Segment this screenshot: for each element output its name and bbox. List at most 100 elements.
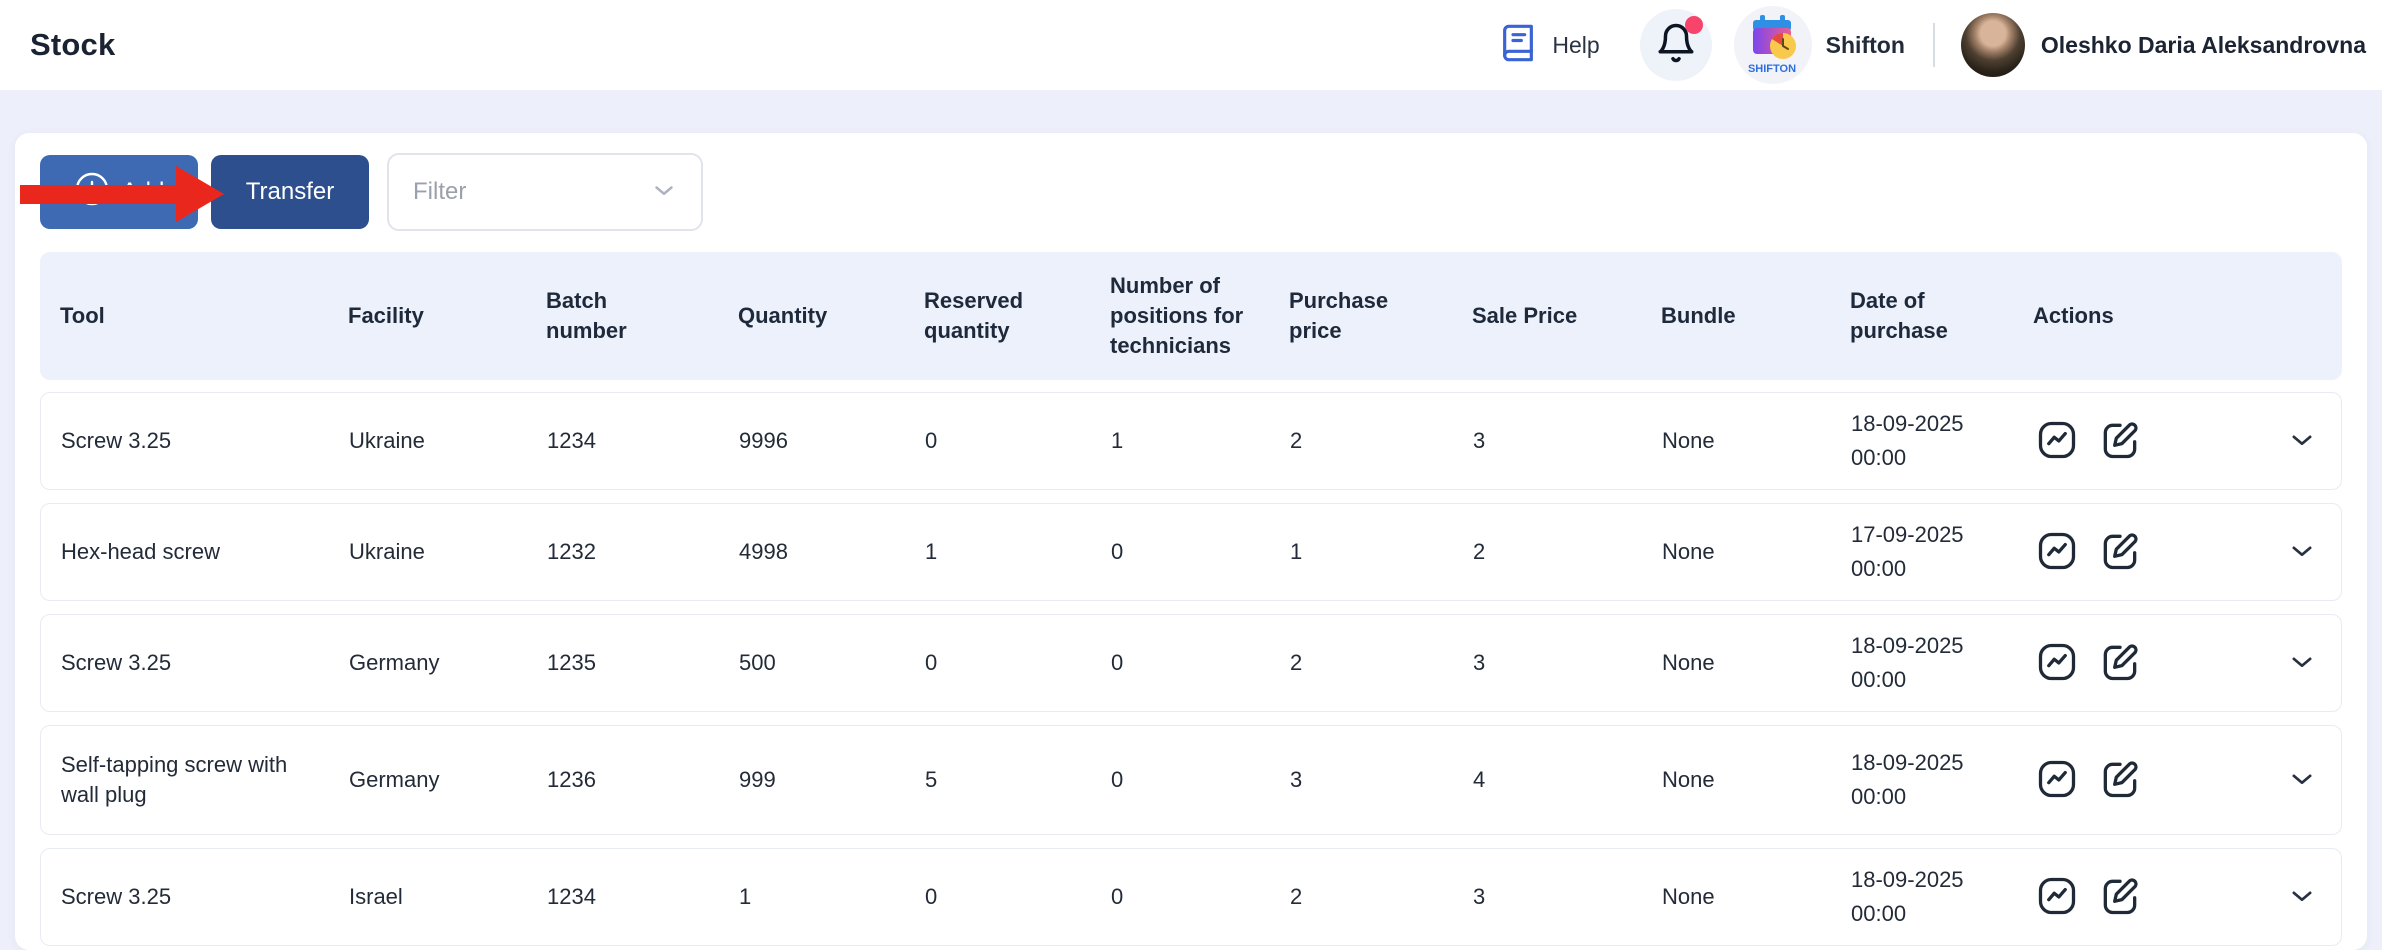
activity-icon xyxy=(2035,418,2079,465)
cell-sale-price: 3 xyxy=(1473,648,1662,678)
cell-bundle: None xyxy=(1662,648,1851,678)
cell-bundle: None xyxy=(1662,537,1851,567)
activity-icon xyxy=(2035,874,2079,921)
time-line: 00:00 xyxy=(1851,897,2016,931)
expand-row-button[interactable] xyxy=(2287,647,2317,680)
cell-batch-number: 1232 xyxy=(547,537,739,567)
cell-reserved-quantity: 0 xyxy=(925,882,1111,912)
page-title: Stock xyxy=(30,27,115,63)
expand-row-button[interactable] xyxy=(2287,881,2317,914)
cell-batch-number: 1236 xyxy=(547,765,739,795)
table-row: Self-tapping screw with wall plug German… xyxy=(40,725,2342,835)
edit-icon xyxy=(2098,529,2142,576)
expand-row-button[interactable] xyxy=(2287,425,2317,458)
add-button-label: Add xyxy=(122,178,165,206)
column-header-bundle: Bundle xyxy=(1661,301,1850,331)
activity-button[interactable] xyxy=(2034,757,2080,803)
edit-button[interactable] xyxy=(2097,874,2143,920)
shifton-logo[interactable]: SHIFTON xyxy=(1734,6,1812,84)
time-line: 00:00 xyxy=(1851,780,2016,814)
date-line: 18-09-2025 xyxy=(1851,746,2016,780)
cell-actions xyxy=(2034,874,2341,920)
help-button[interactable]: Help xyxy=(1498,23,1599,68)
cell-sale-price: 4 xyxy=(1473,765,1662,795)
cell-quantity: 9996 xyxy=(739,426,925,456)
cell-facility: Ukraine xyxy=(349,426,547,456)
cell-facility: Germany xyxy=(349,648,547,678)
cell-reserved-quantity: 5 xyxy=(925,765,1111,795)
activity-button[interactable] xyxy=(2034,529,2080,575)
table-row: Hex-head screw Ukraine 1232 4998 1 0 1 2… xyxy=(40,503,2342,601)
cell-quantity: 4998 xyxy=(739,537,925,567)
cell-sale-price: 2 xyxy=(1473,537,1662,567)
edit-button[interactable] xyxy=(2097,640,2143,686)
cell-date: 17-09-2025 00:00 xyxy=(1851,518,2034,586)
activity-button[interactable] xyxy=(2034,640,2080,686)
transfer-button[interactable]: Transfer xyxy=(211,155,369,229)
cell-actions xyxy=(2034,757,2341,803)
logo-text: SHIFTON xyxy=(1748,63,1796,75)
cell-quantity: 1 xyxy=(739,882,925,912)
cell-positions: 0 xyxy=(1111,882,1290,912)
edit-button[interactable] xyxy=(2097,757,2143,803)
toolbar: Add Transfer Filter xyxy=(40,153,2342,231)
edit-button[interactable] xyxy=(2097,418,2143,464)
chevron-down-icon xyxy=(2287,881,2317,914)
cell-date: 18-09-2025 00:00 xyxy=(1851,746,2034,814)
cell-batch-number: 1234 xyxy=(547,882,739,912)
column-header-sale-price: Sale Price xyxy=(1472,301,1661,331)
cell-facility: Ukraine xyxy=(349,537,547,567)
column-header-batch-number: Batch number xyxy=(546,286,738,346)
date-line: 18-09-2025 xyxy=(1851,407,2016,441)
cell-quantity: 999 xyxy=(739,765,925,795)
filter-placeholder: Filter xyxy=(413,178,466,206)
cell-date: 18-09-2025 00:00 xyxy=(1851,407,2034,475)
expand-row-button[interactable] xyxy=(2287,536,2317,569)
cell-tool: Screw 3.25 xyxy=(61,426,349,456)
time-line: 00:00 xyxy=(1851,552,2016,586)
cell-tool: Hex-head screw xyxy=(61,537,349,567)
cell-positions: 0 xyxy=(1111,765,1290,795)
activity-button[interactable] xyxy=(2034,874,2080,920)
cell-facility: Israel xyxy=(349,882,547,912)
filter-select[interactable]: Filter xyxy=(387,153,703,231)
cell-tool: Self-tapping screw with wall plug xyxy=(61,750,349,810)
cell-actions xyxy=(2034,640,2341,686)
expand-row-button[interactable] xyxy=(2287,764,2317,797)
column-header-actions: Actions xyxy=(2033,301,2342,331)
add-button[interactable]: Add xyxy=(40,155,198,229)
cell-sale-price: 3 xyxy=(1473,426,1662,456)
chevron-down-icon xyxy=(649,175,679,210)
time-line: 00:00 xyxy=(1851,441,2016,475)
brand-label: Shifton xyxy=(1826,32,1905,59)
activity-button[interactable] xyxy=(2034,418,2080,464)
chevron-down-icon xyxy=(2287,647,2317,680)
activity-icon xyxy=(2035,529,2079,576)
header-divider xyxy=(1933,23,1935,67)
chevron-down-icon xyxy=(2287,764,2317,797)
date-line: 18-09-2025 xyxy=(1851,863,2016,897)
transfer-button-label: Transfer xyxy=(246,178,334,206)
cell-reserved-quantity: 1 xyxy=(925,537,1111,567)
top-bar-right: Help xyxy=(1498,6,2366,84)
activity-icon xyxy=(2035,640,2079,687)
date-line: 17-09-2025 xyxy=(1851,518,2016,552)
cell-purchase-price: 2 xyxy=(1290,426,1473,456)
plus-circle-icon xyxy=(74,171,110,214)
cell-tool: Screw 3.25 xyxy=(61,882,349,912)
edit-icon xyxy=(2098,757,2142,804)
edit-icon xyxy=(2098,874,2142,921)
cell-sale-price: 3 xyxy=(1473,882,1662,912)
notification-dot xyxy=(1685,16,1703,34)
cell-positions: 0 xyxy=(1111,537,1290,567)
top-bar: Stock Help xyxy=(0,0,2382,90)
user-name[interactable]: Oleshko Daria Aleksandrovna xyxy=(2041,32,2366,59)
edit-button[interactable] xyxy=(2097,529,2143,575)
user-avatar[interactable] xyxy=(1961,13,2025,77)
notifications-button[interactable] xyxy=(1640,9,1712,81)
cell-purchase-price: 2 xyxy=(1290,882,1473,912)
date-line: 18-09-2025 xyxy=(1851,629,2016,663)
cell-date: 18-09-2025 00:00 xyxy=(1851,629,2034,697)
help-book-icon xyxy=(1498,23,1538,68)
edit-icon xyxy=(2098,640,2142,687)
